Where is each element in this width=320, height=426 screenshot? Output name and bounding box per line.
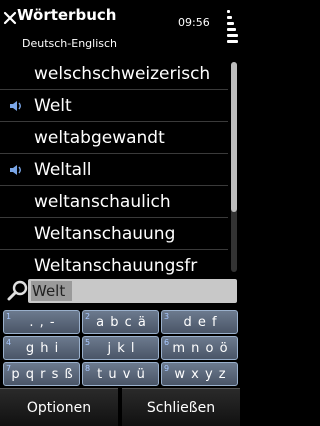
app-title: Wörterbuch — [17, 6, 117, 24]
key-letters: w x y z — [174, 367, 227, 382]
word-list: welschschweizerisch Welt weltabgewandt Welt… — [0, 58, 228, 276]
scroll-thumb[interactable] — [231, 62, 237, 212]
keypad-key-2[interactable]: 2a b c ä — [82, 310, 159, 334]
list-item-word: Weltanschauungsfr — [34, 256, 198, 276]
keypad: 1. , -2a b c ä3d e f 4g h i5j k l6m n o ö… — [0, 306, 240, 386]
keypad-key-7[interactable]: 7p q r s ß — [3, 362, 80, 386]
list-item-word: Welt — [34, 96, 72, 116]
list-item[interactable]: weltabgewandt — [0, 122, 228, 154]
search-input[interactable] — [30, 280, 235, 302]
list-item-word: Weltall — [34, 160, 92, 180]
softkey-bar: Optionen Schließen — [0, 386, 240, 426]
key-letters: d e f — [183, 315, 218, 330]
search-bar — [0, 276, 240, 306]
list-item[interactable]: welschschweizerisch — [0, 58, 228, 90]
magnifier-icon — [7, 280, 28, 301]
signal-icon — [227, 8, 238, 48]
close-button[interactable]: Schließen — [122, 388, 240, 426]
key-letters: . , - — [29, 315, 56, 330]
key-letters: a b c ä — [96, 315, 147, 330]
list-item-word: weltanschaulich — [34, 192, 171, 212]
search-field[interactable] — [28, 279, 237, 303]
speaker-icon — [10, 165, 21, 175]
dictionary-language: Deutsch-Englisch — [22, 37, 118, 50]
keypad-key-1[interactable]: 1. , - — [3, 310, 80, 334]
keypad-key-6[interactable]: 6m n o ö — [161, 336, 238, 360]
list-item[interactable]: weltanschaulich — [0, 186, 228, 218]
list-item[interactable]: Weltanschauungsfr — [0, 250, 228, 276]
keypad-key-8[interactable]: 8t u v ü — [82, 362, 159, 386]
list-item-word: Weltanschauung — [34, 224, 176, 244]
key-letters: t u v ü — [97, 367, 146, 382]
key-letters: p q r s ß — [11, 367, 74, 382]
keypad-key-5[interactable]: 5j k l — [82, 336, 159, 360]
keypad-key-3[interactable]: 3d e f — [161, 310, 238, 334]
list-item[interactable]: Weltall — [0, 154, 228, 186]
list-item-word: welschschweizerisch — [34, 64, 211, 84]
options-button[interactable]: Optionen — [0, 388, 118, 426]
title-bar: Wörterbuch Deutsch-Englisch 09:56 — [0, 0, 240, 58]
list-item-word: weltabgewandt — [34, 128, 165, 148]
key-letters: m n o ö — [172, 341, 229, 356]
clock: 09:56 — [178, 16, 210, 29]
key-letters: g h i — [25, 341, 60, 356]
speaker-icon — [10, 101, 21, 111]
close-icon[interactable] — [2, 10, 18, 26]
list-item[interactable]: Weltanschauung — [0, 218, 228, 250]
keypad-key-9[interactable]: 9w x y z — [161, 362, 238, 386]
key-letters: j k l — [107, 341, 136, 356]
scrollbar[interactable] — [231, 62, 237, 272]
keypad-key-4[interactable]: 4g h i — [3, 336, 80, 360]
list-item[interactable]: Welt — [0, 90, 228, 122]
